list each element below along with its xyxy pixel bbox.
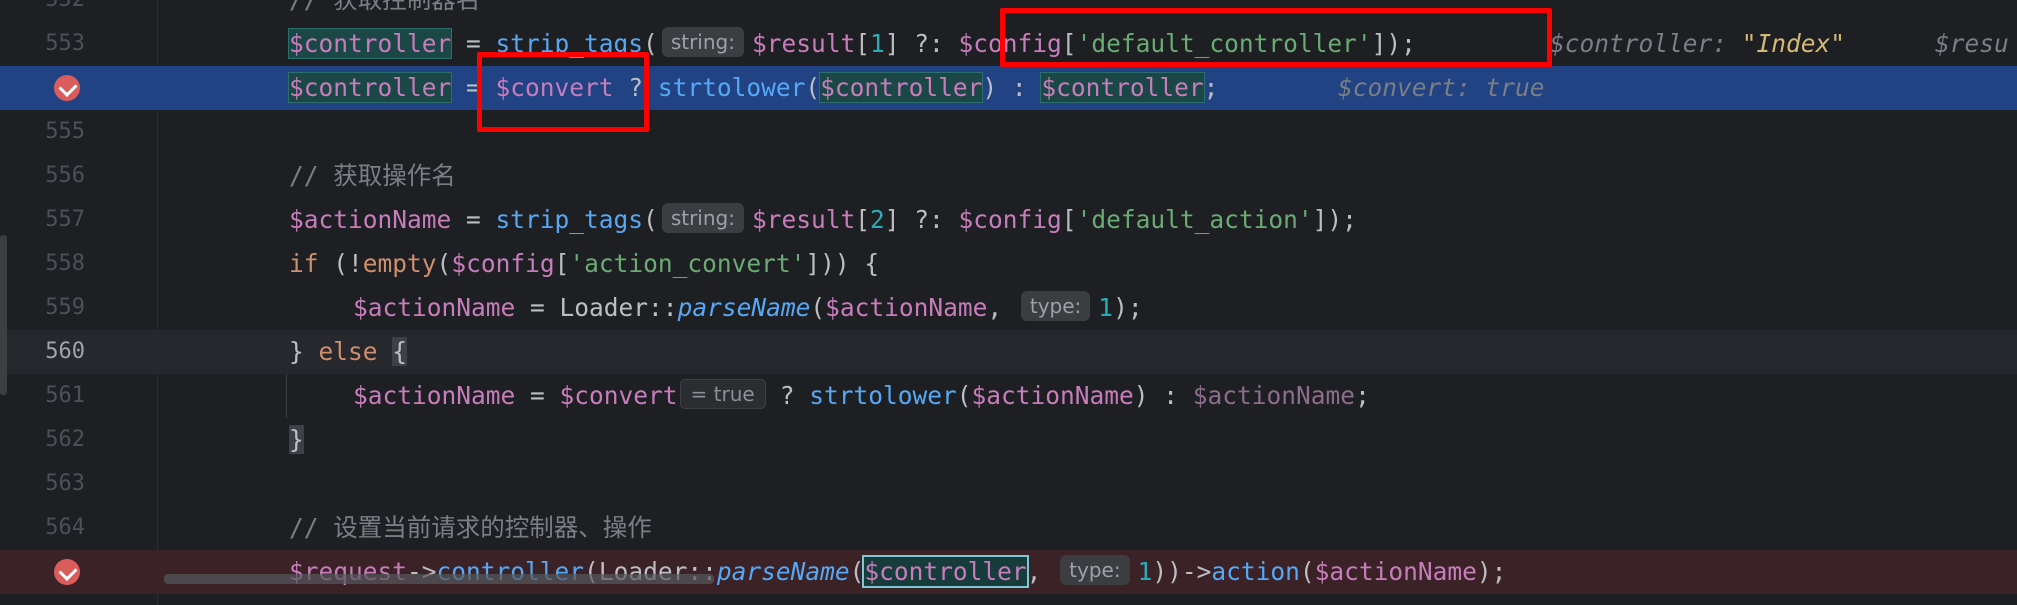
variable-action-name[interactable]: $actionName: [289, 205, 451, 234]
code-text: $actionName = Loader::parseName($actionN…: [353, 291, 1143, 322]
annotation-box-convert: [477, 52, 649, 132]
function-strtolower[interactable]: strtolower: [658, 73, 806, 102]
variable-action-name[interactable]: $actionName: [825, 293, 987, 322]
line-number: 552: [0, 0, 85, 22]
variable-action-name[interactable]: $actionName: [1315, 557, 1477, 586]
variable-controller[interactable]: $controller: [287, 72, 453, 103]
code-line-559[interactable]: 559 $actionName = Loader::parseName($act…: [0, 286, 2017, 330]
inline-value-convert: = true: [679, 379, 766, 409]
line-number: 553: [45, 31, 85, 56]
code-text: }: [289, 425, 304, 454]
code-line-556[interactable]: 556 // 获取操作名: [0, 154, 2017, 198]
variable-config[interactable]: $config: [451, 249, 554, 278]
number-literal: 1: [1098, 293, 1114, 322]
code-line-563[interactable]: 563: [0, 462, 2017, 506]
variable-action-name[interactable]: $actionName: [972, 381, 1134, 410]
code-line-561[interactable]: 561 $actionName = $convert = true? strtol…: [0, 374, 2017, 418]
line-number: 556: [45, 163, 85, 188]
code-line-554[interactable]: $controller = $convert ? strtolower($con…: [0, 66, 2017, 110]
line-number: 561: [45, 383, 85, 408]
param-hint-string: string:: [661, 203, 744, 233]
param-hint-type: type:: [1060, 555, 1130, 585]
string-literal: 'action_convert': [569, 249, 806, 278]
code-line-560[interactable]: 560 } else {: [0, 330, 2017, 374]
comment-get-controller: // 获取控制器名: [289, 0, 480, 22]
line-number: 559: [45, 295, 85, 320]
code-editor[interactable]: 552 // 获取控制器名 553 $controller = strip_ta…: [0, 0, 2017, 605]
code-text: } else {: [289, 337, 408, 366]
line-number: 558: [45, 251, 85, 276]
method-parse-name[interactable]: parseName: [678, 293, 811, 322]
code-line-557[interactable]: 557 $actionName = strip_tags(string: $res…: [0, 198, 2017, 242]
variable-controller[interactable]: $controller: [819, 72, 984, 103]
variable-controller-selected[interactable]: $controller: [862, 555, 1029, 588]
vertical-scrollbar[interactable]: [0, 235, 7, 395]
keyword-else: else: [318, 337, 378, 366]
line-number: 564: [45, 515, 85, 540]
line-number: 563: [45, 471, 85, 496]
variable-convert[interactable]: $convert: [560, 381, 678, 410]
line-number: 560: [45, 339, 85, 364]
number-literal: 1: [1137, 557, 1153, 586]
variable-result[interactable]: $result: [752, 29, 855, 58]
annotation-box-default-controller: [1000, 8, 1552, 67]
param-hint-string: string:: [661, 27, 744, 57]
number-literal: 1: [870, 29, 885, 58]
code-line-558[interactable]: 558 if (!empty($config['action_convert']…: [0, 242, 2017, 286]
line-number: 557: [45, 207, 85, 232]
function-strtolower[interactable]: strtolower: [809, 381, 957, 410]
variable-action-name[interactable]: $actionName: [353, 293, 515, 322]
comment-get-action: // 获取操作名: [289, 161, 456, 190]
method-action[interactable]: action: [1211, 557, 1300, 586]
code-line-565[interactable]: $request->controller(Loader::parseName($…: [0, 550, 2017, 594]
code-line-555[interactable]: 555: [0, 110, 2017, 154]
comment-set-request: // 设置当前请求的控制器、操作: [289, 513, 652, 542]
inline-debug-convert: $convert: true: [1338, 73, 1545, 102]
function-strip-tags[interactable]: strip_tags: [496, 205, 644, 234]
code-line-562[interactable]: 562 }: [0, 418, 2017, 462]
breakpoint-icon[interactable]: [54, 559, 80, 585]
line-number: 555: [45, 119, 85, 144]
class-loader[interactable]: Loader: [560, 293, 649, 322]
variable-config[interactable]: $config: [959, 205, 1062, 234]
keyword-if: if: [289, 249, 319, 278]
indent-guide: [286, 374, 287, 418]
code-text: $controller = $convert ? strtolower($con…: [287, 72, 1219, 103]
code-text: $actionName = strip_tags(string: $result[…: [289, 203, 1357, 234]
variable-action-name[interactable]: $actionName: [353, 381, 515, 410]
code-text: if (!empty($config['action_convert'])) {: [289, 249, 880, 278]
inline-debug-controller: $controller: "Index": [1550, 29, 1846, 58]
string-literal: 'default_action': [1076, 205, 1313, 234]
variable-controller[interactable]: $controller: [287, 28, 453, 59]
variable-action-name[interactable]: $actionName: [1193, 381, 1355, 410]
param-hint-type: type:: [1020, 291, 1091, 321]
number-literal: 2: [870, 205, 885, 234]
code-lines: 552 // 获取控制器名 553 $controller = strip_ta…: [0, 0, 2017, 605]
inline-debug-result: $resu: [1935, 29, 2009, 58]
variable-result[interactable]: $result: [752, 205, 855, 234]
code-line-564[interactable]: 564 // 设置当前请求的控制器、操作: [0, 506, 2017, 550]
breakpoint-icon[interactable]: [54, 75, 80, 101]
code-text: $actionName = $convert = true? strtolower…: [353, 379, 1370, 410]
horizontal-scrollbar[interactable]: [164, 574, 714, 584]
variable-controller[interactable]: $controller: [1040, 72, 1205, 103]
method-parse-name[interactable]: parseName: [717, 557, 850, 586]
line-number: 562: [45, 427, 85, 452]
code-text: $request->controller(Loader::parseName($…: [289, 555, 1507, 588]
function-empty[interactable]: empty: [363, 249, 437, 278]
